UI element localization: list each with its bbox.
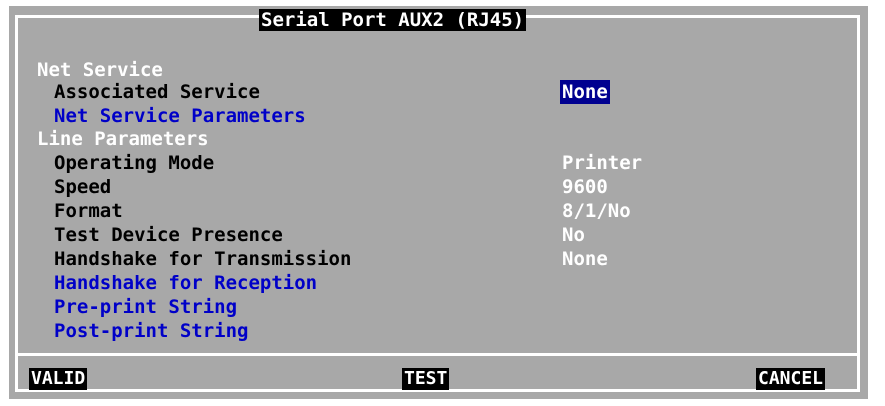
dialog-title: Serial Port AUX2 (RJ45) (259, 9, 527, 31)
operating-mode-label: Operating Mode (54, 152, 215, 174)
format-label: Format (54, 200, 123, 222)
dialog-panel: Serial Port AUX2 (RJ45) Net Service Asso… (9, 6, 868, 399)
test-device-presence-label: Test Device Presence (54, 224, 283, 246)
test-button[interactable]: TEST (402, 368, 450, 390)
speed-label: Speed (54, 176, 112, 198)
section-net-service: Net Service (37, 59, 163, 81)
handshake-reception-link[interactable]: Handshake for Reception (54, 271, 317, 295)
associated-service-label: Associated Service (54, 81, 260, 103)
postprint-string-link[interactable]: Post-print String (54, 319, 248, 343)
test-device-presence-value[interactable]: No (562, 223, 585, 247)
operating-mode-value[interactable]: Printer (562, 151, 642, 175)
handshake-transmission-label: Handshake for Transmission (54, 248, 352, 270)
format-value[interactable]: 8/1/No (562, 199, 631, 223)
section-line-parameters: Line Parameters (37, 128, 209, 150)
valid-button[interactable]: VALID (29, 368, 88, 390)
associated-service-value[interactable]: None (560, 80, 610, 104)
handshake-transmission-value[interactable]: None (562, 247, 608, 271)
speed-value[interactable]: 9600 (562, 175, 608, 199)
net-service-parameters-link[interactable]: Net Service Parameters (54, 104, 306, 128)
cancel-button[interactable]: CANCEL (756, 368, 826, 390)
preprint-string-link[interactable]: Pre-print String (54, 295, 237, 319)
screen: Serial Port AUX2 (RJ45) Net Service Asso… (0, 0, 885, 406)
footer-divider (15, 353, 860, 356)
